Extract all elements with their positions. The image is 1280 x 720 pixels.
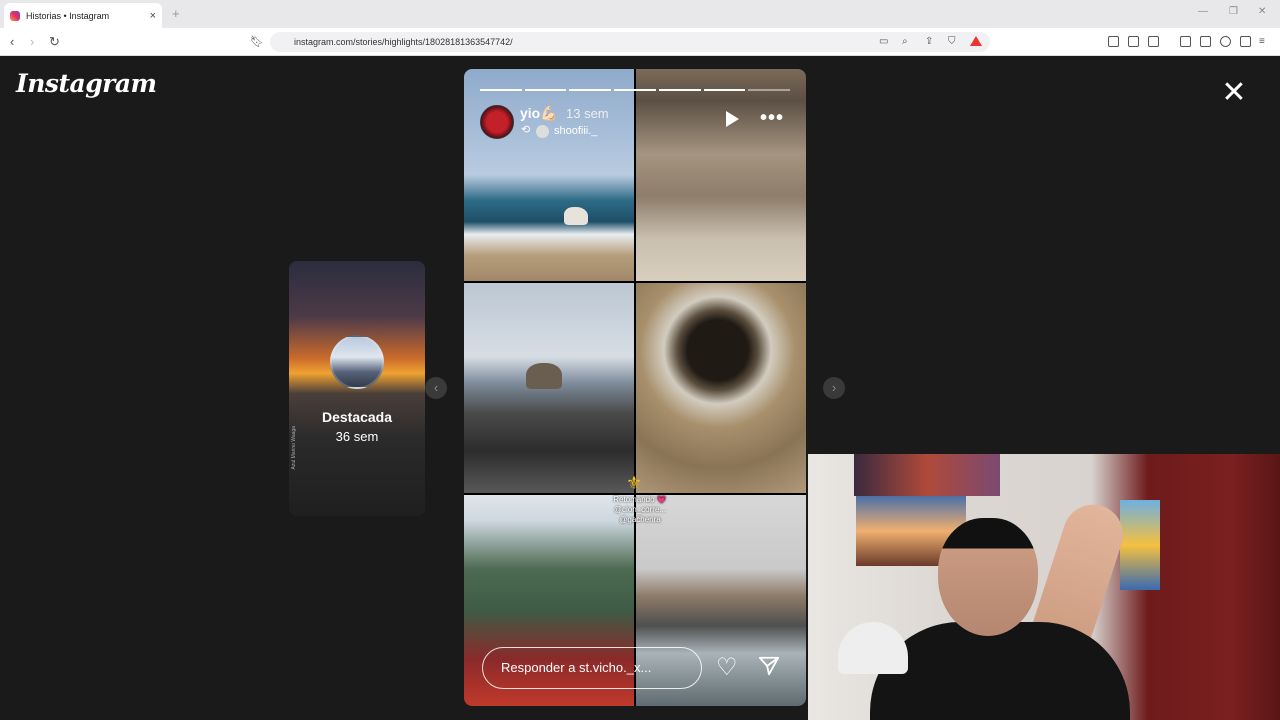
sidebar-icon[interactable] <box>1180 36 1191 47</box>
progress-segment <box>480 89 522 91</box>
rock-shape <box>564 207 588 225</box>
bookmark-icon[interactable]: 🔖︎ <box>250 35 264 48</box>
url-text: instagram.com/stories/highlights/1802818… <box>294 37 513 47</box>
cast-icon[interactable]: ▭ <box>879 36 888 47</box>
highlight-title: Destacada <box>321 409 393 425</box>
reader-icon[interactable] <box>1148 36 1159 47</box>
story-username[interactable]: yio💪🏻 <box>520 105 558 122</box>
reply-input[interactable]: Responder a st.vicho._x... <box>482 647 702 689</box>
tab-close-icon[interactable]: × <box>150 10 156 22</box>
repost-avatar <box>536 125 549 138</box>
restore-icon[interactable]: ❐ <box>1229 6 1238 17</box>
heart-icon[interactable]: ♡ <box>716 653 738 682</box>
instagram-logo[interactable]: Instagram <box>16 69 157 98</box>
repost-icon: ⟲ <box>521 124 531 136</box>
brave-shield-icon[interactable]: ⛉ <box>948 36 956 47</box>
story-progress-bar <box>480 89 791 91</box>
puzzle-icon[interactable] <box>1128 36 1139 47</box>
overlay-line: @gacherira <box>619 515 661 524</box>
send-icon[interactable] <box>758 655 780 677</box>
leo-icon[interactable] <box>1220 36 1231 47</box>
back-icon[interactable]: ‹ <box>10 34 14 49</box>
window-close-icon[interactable]: ✕ <box>1258 6 1266 17</box>
story-photo <box>464 283 634 493</box>
progress-segment <box>524 89 567 91</box>
browser-tab[interactable]: Historias • Instagram × <box>4 3 162 28</box>
forward-icon[interactable]: › <box>30 34 34 49</box>
browser-toolbar: ‹ › ↻ 🔖︎ instagram.com/stories/highlight… <box>0 28 1280 56</box>
reposted-from[interactable]: shoofiii._ <box>554 125 597 137</box>
wall-poster <box>854 454 1000 496</box>
progress-segment <box>703 89 746 91</box>
close-icon[interactable]: ✕ <box>1218 77 1250 109</box>
zoom-icon[interactable]: ⌕ <box>902 36 908 47</box>
wall-poster <box>1120 500 1160 590</box>
progress-segment <box>658 89 701 91</box>
cap-shape <box>838 622 908 674</box>
story-photo <box>464 69 634 281</box>
brave-rewards-icon[interactable] <box>970 36 982 46</box>
highlight-time: 36 sem <box>335 429 379 444</box>
new-tab-button[interactable]: + <box>172 6 180 21</box>
previous-highlight-card[interactable]: Azul Marino Waaga Destacada 36 sem <box>289 261 425 516</box>
chevron-right-icon[interactable]: › <box>823 377 845 399</box>
vpn-icon[interactable] <box>1240 36 1251 47</box>
wallet-icon[interactable] <box>1200 36 1211 47</box>
webcam-overlay <box>808 454 1280 720</box>
progress-segment <box>748 89 791 91</box>
story-time: 13 sem <box>566 106 609 121</box>
highlight-avatar <box>330 335 384 389</box>
story-viewer[interactable]: yio💪🏻 13 sem ⟲ shoofiii._ ••• ⚜ Retomand… <box>464 69 806 706</box>
reload-icon[interactable]: ↻ <box>49 34 60 50</box>
progress-segment <box>614 89 656 91</box>
avatar[interactable] <box>480 105 514 139</box>
overlay-line: @clon_corre... <box>613 505 667 514</box>
story-overlay-text: Retomando 💗 @clon_corre... @gacherira <box>600 495 680 525</box>
extension-icon[interactable] <box>1108 36 1119 47</box>
chevron-left-icon[interactable]: ‹ <box>425 377 447 399</box>
play-icon[interactable] <box>726 111 739 127</box>
browser-tabbar: Historias • Instagram × + — ❐ ✕ <box>0 0 1280 28</box>
menu-icon[interactable]: ≡ <box>1259 36 1265 47</box>
instagram-favicon-icon <box>10 10 20 21</box>
fleur-de-lis-sticker: ⚜ <box>626 473 643 493</box>
rock-shape <box>526 363 562 389</box>
story-photo <box>636 69 806 281</box>
share-icon[interactable]: ⇪ <box>925 36 933 47</box>
tab-title: Historias • Instagram <box>26 10 110 21</box>
more-icon[interactable]: ••• <box>760 107 784 130</box>
progress-segment <box>569 89 612 91</box>
story-photo <box>636 283 806 493</box>
minimize-icon[interactable]: — <box>1198 6 1208 17</box>
person-head <box>938 518 1038 636</box>
overlay-line: Retomando 💗 <box>613 495 667 504</box>
